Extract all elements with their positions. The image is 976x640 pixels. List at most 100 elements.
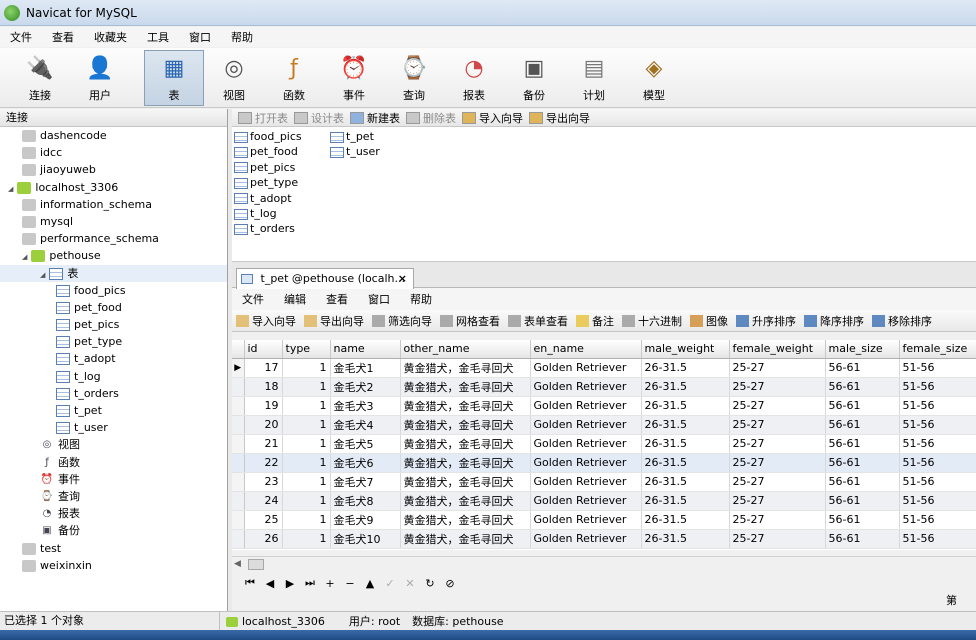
- close-icon[interactable]: ×: [398, 269, 407, 288]
- table-list-item[interactable]: t_user: [330, 144, 380, 159]
- table-cell[interactable]: 1: [282, 415, 331, 435]
- tree-node[interactable]: ◢ localhost_3306: [0, 179, 227, 196]
- table-row[interactable]: 18 1 金毛犬2 黄金猎犬，金毛寻回犬 Golden Retriever 26-31.5…: [232, 377, 976, 397]
- column-header-male_weight[interactable]: male_weight: [641, 340, 730, 359]
- toolbar-button-5[interactable]: ⏰ 事件: [324, 50, 384, 106]
- table-cell[interactable]: 金毛犬2: [330, 377, 401, 397]
- table-cell[interactable]: 26-31.5: [641, 529, 730, 549]
- tree-node[interactable]: weixinxin: [0, 557, 227, 574]
- tree-node[interactable]: mysql: [0, 213, 227, 230]
- tree-node[interactable]: test: [0, 540, 227, 557]
- table-cell[interactable]: 25-27: [729, 434, 826, 454]
- menu-item-3[interactable]: 工具: [137, 29, 179, 45]
- stop-icon[interactable]: ⊘: [440, 577, 460, 590]
- table-cell[interactable]: 24: [244, 491, 283, 511]
- editor-toolbar-button-4[interactable]: 表单查看: [508, 313, 568, 329]
- expand-arrow-icon[interactable]: ◢: [40, 271, 45, 279]
- table-cell[interactable]: 黄金猎犬，金毛寻回犬: [400, 377, 531, 397]
- refresh-icon[interactable]: ↻: [420, 577, 440, 590]
- table-cell[interactable]: 黄金猎犬，金毛寻回犬: [400, 358, 531, 378]
- table-cell[interactable]: 51-56: [899, 453, 976, 473]
- toolbar-button-0[interactable]: 🔌 连接: [10, 50, 70, 106]
- table-list-item[interactable]: t_adopt: [234, 191, 292, 206]
- table-cell[interactable]: Golden Retriever: [530, 396, 642, 416]
- object-toolbar-button-0[interactable]: 打开表: [238, 110, 294, 126]
- table-cell[interactable]: Golden Retriever: [530, 510, 642, 530]
- tree-node[interactable]: ◢ pethouse: [0, 247, 227, 264]
- table-cell[interactable]: 金毛犬9: [330, 510, 401, 530]
- table-row[interactable]: 24 1 金毛犬8 黄金猎犬，金毛寻回犬 Golden Retriever 26-31.5…: [232, 491, 976, 511]
- menu-item-5[interactable]: 帮助: [221, 29, 263, 45]
- table-list-item[interactable]: pet_food: [234, 144, 298, 159]
- tree-node[interactable]: ◢ 表: [0, 264, 227, 282]
- delete-record-icon[interactable]: −: [340, 577, 360, 590]
- table-cell[interactable]: 56-61: [825, 453, 900, 473]
- table-cell[interactable]: 51-56: [899, 434, 976, 454]
- column-header-id[interactable]: id: [244, 340, 283, 359]
- table-cell[interactable]: 25-27: [729, 529, 826, 549]
- table-cell[interactable]: 黄金猎犬，金毛寻回犬: [400, 510, 531, 530]
- table-cell[interactable]: 1: [282, 510, 331, 530]
- editor-toolbar-button-3[interactable]: 网格查看: [440, 313, 500, 329]
- table-cell[interactable]: 黄金猎犬，金毛寻回犬: [400, 396, 531, 416]
- table-list-item[interactable]: t_log: [234, 206, 277, 221]
- table-cell[interactable]: 1: [282, 453, 331, 473]
- scroll-left-icon[interactable]: ◀: [234, 559, 241, 569]
- object-toolbar-button-2[interactable]: 新建表: [350, 110, 406, 126]
- tree-node[interactable]: information_schema: [0, 196, 227, 213]
- table-cell[interactable]: 23: [244, 472, 283, 492]
- table-row[interactable]: 19 1 金毛犬3 黄金猎犬，金毛寻回犬 Golden Retriever 26-31.5…: [232, 396, 976, 416]
- tree-node[interactable]: idcc: [0, 144, 227, 161]
- table-cell[interactable]: 金毛犬8: [330, 491, 401, 511]
- add-record-icon[interactable]: +: [320, 577, 340, 590]
- table-cell[interactable]: 25-27: [729, 415, 826, 435]
- toolbar-button-4[interactable]: ƒ 函数: [264, 50, 324, 106]
- tree-node[interactable]: ⏰ 事件: [0, 471, 227, 488]
- table-cell[interactable]: 26-31.5: [641, 396, 730, 416]
- table-cell[interactable]: Golden Retriever: [530, 377, 642, 397]
- table-cell[interactable]: 21: [244, 434, 283, 454]
- column-header-type[interactable]: type: [282, 340, 331, 359]
- table-cell[interactable]: 22: [244, 453, 283, 473]
- tree-node[interactable]: pet_type: [0, 333, 227, 350]
- table-cell[interactable]: 26-31.5: [641, 453, 730, 473]
- table-cell[interactable]: 26-31.5: [641, 472, 730, 492]
- table-cell[interactable]: 金毛犬5: [330, 434, 401, 454]
- table-cell[interactable]: 26-31.5: [641, 510, 730, 530]
- tree-node[interactable]: t_pet: [0, 402, 227, 419]
- up-icon[interactable]: ▲: [360, 577, 380, 590]
- table-cell[interactable]: 51-56: [899, 415, 976, 435]
- toolbar-button-6[interactable]: ⌚ 查询: [384, 50, 444, 106]
- table-cell[interactable]: 26-31.5: [641, 358, 730, 378]
- table-cell[interactable]: 51-56: [899, 358, 976, 378]
- table-cell[interactable]: 25-27: [729, 510, 826, 530]
- tree-node[interactable]: dashencode: [0, 127, 227, 144]
- tree-node[interactable]: ⌚ 查询: [0, 488, 227, 505]
- table-cell[interactable]: 19: [244, 396, 283, 416]
- table-list-item[interactable]: pet_type: [234, 175, 298, 190]
- tree-node[interactable]: food_pics: [0, 282, 227, 299]
- menu-item-2[interactable]: 收藏夹: [84, 29, 137, 45]
- table-cell[interactable]: 25-27: [729, 491, 826, 511]
- table-cell[interactable]: 1: [282, 472, 331, 492]
- editor-menu-item-4[interactable]: 帮助: [400, 291, 442, 307]
- tree-node[interactable]: pet_food: [0, 299, 227, 316]
- menu-item-0[interactable]: 文件: [0, 29, 42, 45]
- object-toolbar-button-5[interactable]: 导出向导: [529, 110, 596, 126]
- table-cell[interactable]: 51-56: [899, 491, 976, 511]
- column-header-en_name[interactable]: en_name: [530, 340, 642, 359]
- table-cell[interactable]: 56-61: [825, 434, 900, 454]
- toolbar-button-7[interactable]: ◔ 报表: [444, 50, 504, 106]
- table-cell[interactable]: 金毛犬3: [330, 396, 401, 416]
- column-header-female_weight[interactable]: female_weight: [729, 340, 826, 359]
- data-grid[interactable]: id type name other_name en_name male_weight fe…: [232, 340, 976, 550]
- table-cell[interactable]: Golden Retriever: [530, 472, 642, 492]
- toolbar-button-3[interactable]: ◎ 视图: [204, 50, 264, 106]
- toolbar-button-8[interactable]: ▣ 备份: [504, 50, 564, 106]
- editor-toolbar-button-9[interactable]: 降序排序: [804, 313, 864, 329]
- table-cell[interactable]: 51-56: [899, 529, 976, 549]
- table-row[interactable]: 21 1 金毛犬5 黄金猎犬，金毛寻回犬 Golden Retriever 26-31.5…: [232, 434, 976, 454]
- table-cell[interactable]: 56-61: [825, 377, 900, 397]
- table-cell[interactable]: 1: [282, 396, 331, 416]
- toolbar-button-2[interactable]: ▦ 表: [144, 50, 204, 106]
